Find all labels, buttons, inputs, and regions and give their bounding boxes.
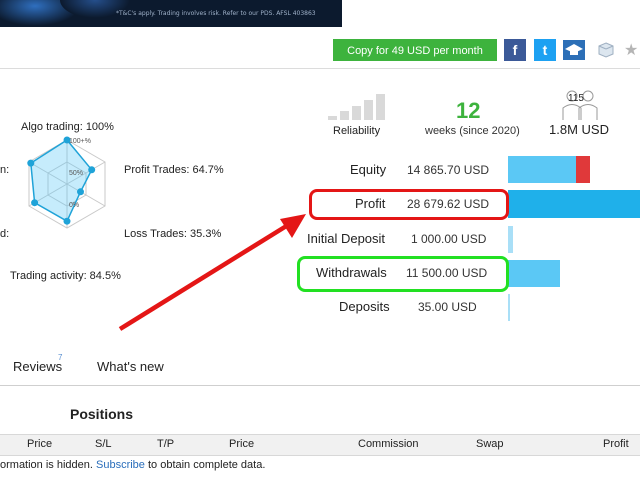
initial-deposit-value: 1 000.00 USD — [411, 232, 487, 246]
annotation-arrow — [118, 214, 306, 331]
reliability-bars-icon — [328, 94, 385, 120]
radar-point-profit-trades — [88, 166, 96, 174]
radar-label-algo: Algo trading: 100% — [21, 121, 114, 133]
equity-value: 14 865.70 USD — [407, 163, 490, 177]
hidden-info-row: ormation is hidden. Subscribe to obtain … — [0, 459, 265, 471]
radar-label-partial-bottom: d: — [0, 228, 10, 240]
subscribers-count: 115 — [568, 93, 584, 104]
initial-deposit-label: Initial Deposit — [307, 231, 386, 246]
initial-deposit-bar — [508, 226, 513, 253]
equity-label: Equity — [350, 162, 387, 177]
positions-title: Positions — [70, 406, 134, 422]
profit-highlight-box — [309, 189, 509, 220]
subscribers-amount: 1.8M USD — [549, 122, 609, 137]
tabs-divider — [0, 385, 640, 386]
weeks-label: weeks (since 2020) — [425, 125, 520, 137]
col-profit: Profit — [603, 438, 629, 450]
col-price-open: Price — [27, 438, 53, 450]
withdrawals-bar — [508, 260, 560, 287]
col-commission: Commission — [358, 438, 419, 450]
tick-100: 100+% — [69, 138, 91, 145]
hidden-info-suffix: to obtain complete data. — [144, 459, 266, 471]
radar-label-partial-top: n: — [0, 164, 10, 176]
positions-table-header: Price S/L T/P Price Commission Swap Prof… — [0, 434, 640, 456]
tab-reviews[interactable]: Reviews — [13, 359, 62, 374]
radar-label-profit-trades: Profit Trades: 64.7% — [124, 164, 224, 176]
reviews-count-badge: 7 — [58, 353, 63, 362]
col-price-current: Price — [229, 438, 255, 450]
weeks-count: 12 — [456, 98, 481, 123]
tick-0: 0% — [69, 202, 79, 209]
radar-point-left-top — [27, 159, 35, 167]
facebook-icon[interactable]: f — [504, 39, 526, 61]
radar-point-left-bottom — [31, 199, 39, 207]
cube-icon[interactable] — [598, 42, 614, 58]
radar-point-activity — [63, 217, 71, 225]
col-tp: T/P — [157, 438, 175, 450]
copy-subscribe-button[interactable]: Copy for 49 USD per month — [333, 39, 497, 61]
twitter-icon[interactable]: t — [534, 39, 556, 61]
col-sl: S/L — [95, 438, 112, 450]
radar-point-loss-trades — [77, 188, 84, 196]
deposits-value: 35.00 USD — [418, 300, 477, 314]
tab-whats-new[interactable]: What's new — [97, 359, 164, 374]
ad-banner[interactable]: *T&C's apply. Trading involves risk. Ref… — [0, 0, 342, 27]
col-swap: Swap — [476, 438, 504, 450]
profit-bar — [508, 190, 640, 218]
hidden-info-prefix: ormation is hidden. — [0, 459, 96, 471]
deposits-label: Deposits — [339, 299, 390, 314]
subscribe-link[interactable]: Subscribe — [96, 459, 145, 471]
equity-bar-drawdown — [576, 156, 590, 183]
header-divider — [0, 68, 640, 69]
reliability-label: Reliability — [333, 125, 381, 137]
withdrawals-highlight-box — [297, 256, 509, 292]
equity-bar — [508, 156, 576, 183]
star-icon[interactable]: ★ — [624, 40, 638, 59]
banner-disclaimer: *T&C's apply. Trading involves risk. Ref… — [116, 10, 316, 17]
tick-50: 50% — [69, 170, 83, 177]
radar-label-activity: Trading activity: 84.5% — [10, 270, 121, 282]
deposits-bar — [508, 294, 510, 321]
graduation-cap-icon[interactable] — [563, 40, 585, 60]
radar-area — [30, 139, 93, 223]
